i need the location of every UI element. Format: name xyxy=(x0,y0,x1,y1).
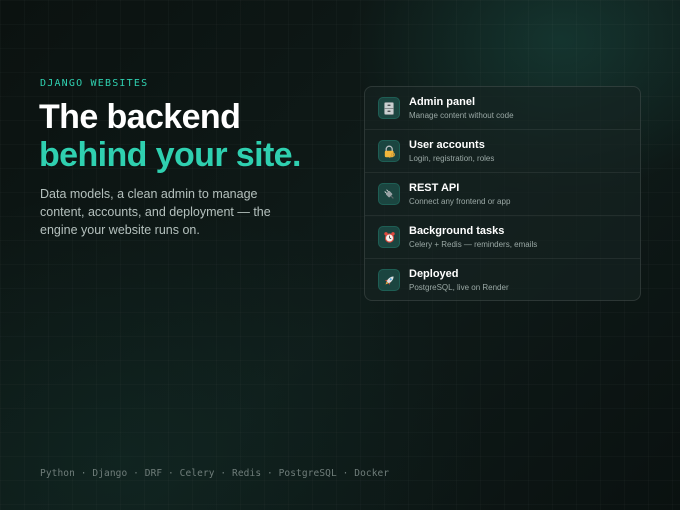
rocket-icon xyxy=(378,269,400,291)
feature-text: REST API Connect any frontend or app xyxy=(409,182,510,207)
feature-title: REST API xyxy=(409,182,460,194)
headline-line-2: behind your site. xyxy=(39,136,301,174)
feature-background-tasks: Background tasks Celery + Redis — remind… xyxy=(365,216,640,259)
feature-user-accounts: User accounts Login, registration, roles xyxy=(365,130,640,173)
feature-subtitle: Login, registration, roles xyxy=(409,154,495,163)
feature-text: User accounts Login, registration, roles xyxy=(409,139,494,164)
feature-deployed: Deployed PostgreSQL, live on Render xyxy=(365,259,640,300)
headline-line-1: The backend xyxy=(39,98,241,136)
lock-key-icon xyxy=(378,140,400,162)
feature-title: User accounts xyxy=(409,139,485,151)
feature-title: Admin panel xyxy=(409,96,476,108)
feature-text: Admin panel Manage content without code xyxy=(409,96,514,121)
feature-subtitle: Connect any frontend or app xyxy=(409,197,511,206)
headline: The backend behind your site. xyxy=(39,98,301,174)
feature-card: Admin panel Manage content without code … xyxy=(364,86,641,301)
eyebrow-label: DJANGO WEBSITES xyxy=(40,78,149,89)
feature-rest-api: REST API Connect any frontend or app xyxy=(365,173,640,216)
feature-title: Background tasks xyxy=(409,225,505,237)
feature-subtitle: PostgreSQL, live on Render xyxy=(409,283,509,292)
feature-subtitle: Manage content without code xyxy=(409,111,514,120)
tech-stack: Python · Django · DRF · Celery · Redis ·… xyxy=(40,468,390,479)
feature-text: Background tasks Celery + Redis — remind… xyxy=(409,225,537,250)
cabinet-icon xyxy=(378,97,400,119)
feature-subtitle: Celery + Redis — reminders, emails xyxy=(409,240,538,249)
plug-icon xyxy=(378,183,400,205)
feature-admin-panel: Admin panel Manage content without code xyxy=(365,87,640,130)
alarm-clock-icon xyxy=(378,226,400,248)
feature-text: Deployed PostgreSQL, live on Render xyxy=(409,268,509,293)
description: Data models, a clean admin to manage con… xyxy=(40,187,271,237)
feature-title: Deployed xyxy=(409,268,459,280)
